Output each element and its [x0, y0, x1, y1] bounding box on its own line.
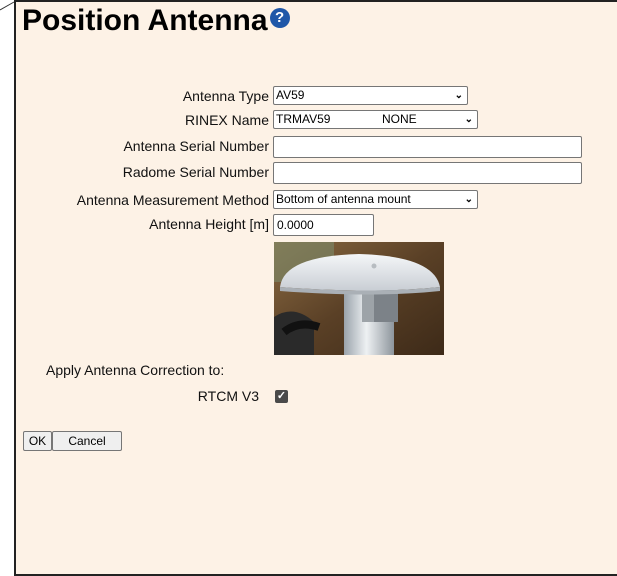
- apply-correction-label: Apply Antenna Correction to:: [46, 362, 225, 378]
- cancel-button[interactable]: Cancel: [52, 431, 122, 451]
- ok-button[interactable]: OK: [23, 431, 52, 451]
- antenna-type-row: Antenna Type AV59 ⌄: [16, 86, 617, 108]
- antenna-serial-label: Antenna Serial Number: [123, 138, 269, 154]
- page-title-text: Position Antenna: [22, 4, 268, 37]
- antenna-serial-row: Antenna Serial Number: [16, 136, 617, 158]
- antenna-type-value: AV59: [276, 88, 305, 102]
- corner-decoration: [0, 1, 15, 11]
- antenna-photo: [274, 242, 444, 355]
- radome-serial-input[interactable]: [273, 162, 582, 184]
- position-antenna-panel: Position Antenna? Antenna Type AV59 ⌄ RI…: [14, 0, 617, 576]
- page-title: Position Antenna?: [22, 3, 290, 39]
- chevron-down-icon: ⌄: [464, 194, 473, 205]
- chevron-down-icon: ⌄: [454, 90, 463, 101]
- rinex-name-value: TRMAV59: [276, 112, 331, 126]
- measurement-method-select[interactable]: Bottom of antenna mount ⌄: [273, 190, 478, 209]
- antenna-type-select[interactable]: AV59 ⌄: [273, 86, 468, 105]
- rinex-radome-value: NONE: [382, 112, 417, 126]
- antenna-serial-input[interactable]: [273, 136, 582, 158]
- chevron-down-icon: ⌄: [464, 114, 473, 125]
- rinex-name-row: RINEX Name TRMAV59 NONE ⌄: [16, 110, 617, 132]
- antenna-height-input[interactable]: 0.0000: [273, 214, 374, 236]
- antenna-height-row: Antenna Height [m] 0.0000: [16, 214, 617, 236]
- antenna-type-label: Antenna Type: [182, 88, 269, 104]
- question-circle-icon[interactable]: ?: [269, 8, 290, 28]
- rtcm-v3-label: RTCM V3: [197, 388, 259, 404]
- measurement-method-row: Antenna Measurement Method Bottom of ant…: [16, 190, 617, 212]
- measurement-method-label: Antenna Measurement Method: [76, 192, 269, 208]
- rinex-name-select[interactable]: TRMAV59 NONE ⌄: [273, 110, 478, 129]
- radome-serial-row: Radome Serial Number: [16, 162, 617, 184]
- rtcm-v3-checkbox[interactable]: ✓: [275, 390, 288, 403]
- radome-serial-label: Radome Serial Number: [122, 164, 269, 180]
- antenna-height-label: Antenna Height [m]: [149, 216, 269, 232]
- rinex-name-label: RINEX Name: [184, 112, 269, 128]
- measurement-method-value: Bottom of antenna mount: [276, 192, 411, 206]
